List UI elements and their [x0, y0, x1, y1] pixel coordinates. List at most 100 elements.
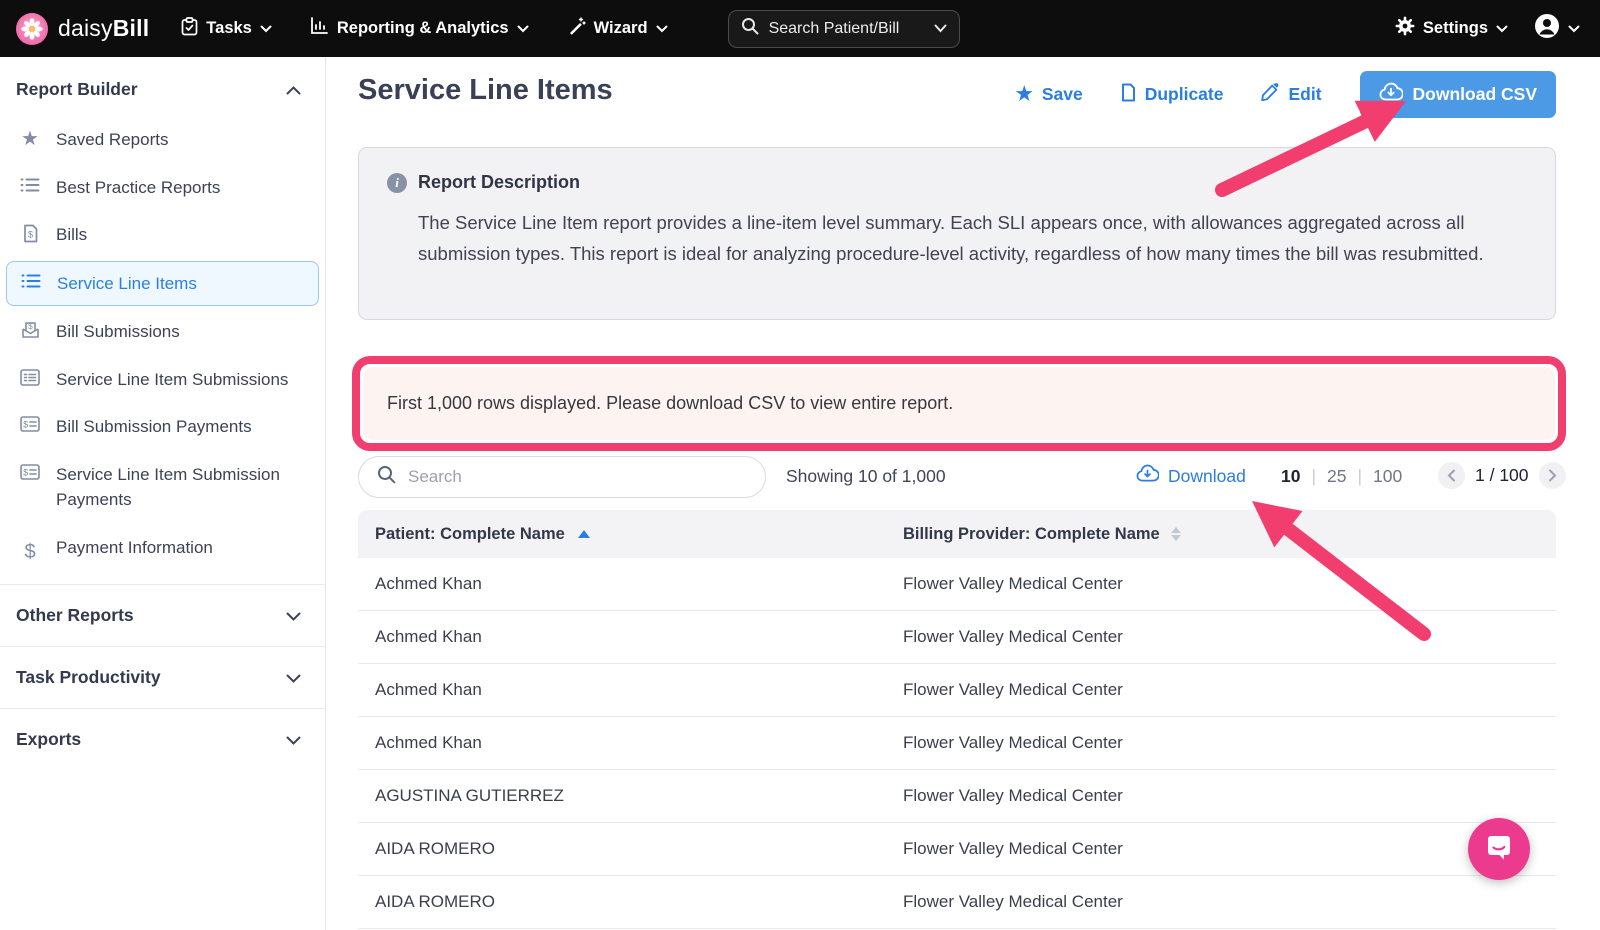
- edit-label: Edit: [1288, 84, 1321, 105]
- top-navbar: daisyBill Tasks Reportin: [0, 0, 1600, 57]
- billing-provider-name: Flower Valley Medical Center: [903, 839, 1123, 859]
- separator: |: [1311, 466, 1316, 487]
- header-actions: ★ Save Duplicate Edit: [1016, 71, 1556, 118]
- download-csv-label: Download CSV: [1413, 84, 1537, 105]
- nav-tasks[interactable]: Tasks: [181, 17, 272, 41]
- cloud-download-icon: [1136, 464, 1159, 488]
- info-icon: i: [387, 173, 407, 193]
- save-button[interactable]: ★ Save: [1016, 83, 1083, 106]
- sidebar-section-exports[interactable]: Exports: [0, 708, 325, 770]
- sort-icon: [1171, 527, 1181, 541]
- table-row[interactable]: Achmed Khan Flower Valley Medical Center: [358, 664, 1556, 717]
- sidebar-item-sli-submission-payments[interactable]: $ Service Line Item Submission Payments: [0, 451, 325, 524]
- duplicate-button[interactable]: Duplicate: [1121, 83, 1224, 107]
- patient-name: AGUSTINA GUTIERREZ: [375, 786, 564, 806]
- billing-provider-name: Flower Valley Medical Center: [903, 680, 1123, 700]
- chevron-down-icon: [934, 20, 947, 38]
- sidebar-item-bill-submissions[interactable]: $ Bill Submissions: [0, 308, 325, 356]
- payment-card-icon: $: [18, 416, 42, 432]
- nav-settings-label: Settings: [1423, 19, 1488, 38]
- sidebar-item-bills[interactable]: $ Bills: [0, 211, 325, 259]
- billing-provider-name: Flower Valley Medical Center: [903, 733, 1123, 753]
- list-icon: [18, 177, 42, 193]
- column-header-billing-provider[interactable]: Billing Provider: Complete Name: [903, 525, 1556, 544]
- sidebar-item-label: Service Line Item Submissions: [56, 367, 288, 393]
- patient-name: Achmed Khan: [375, 627, 482, 647]
- table-header-row: Patient: Complete Name Billing Provider:…: [358, 510, 1556, 558]
- star-icon: ★: [18, 129, 42, 149]
- next-page-button[interactable]: [1539, 462, 1566, 489]
- envelope-dollar-icon: $: [18, 321, 42, 339]
- nav-reporting-analytics[interactable]: Reporting & Analytics: [310, 17, 529, 40]
- nav-wizard-label: Wizard: [594, 19, 648, 38]
- patient-name: Achmed Khan: [375, 574, 482, 594]
- page-size-25[interactable]: 25: [1327, 466, 1346, 487]
- nav-tasks-label: Tasks: [206, 19, 252, 38]
- edit-button[interactable]: Edit: [1261, 83, 1321, 106]
- list-icon: [19, 273, 43, 289]
- table-row[interactable]: Achmed Khan Flower Valley Medical Center: [358, 717, 1556, 770]
- sidebar-item-service-line-items[interactable]: Service Line Items: [6, 261, 319, 307]
- table-row[interactable]: AIDA ROMERO Flower Valley Medical Center: [358, 876, 1556, 929]
- task-productivity-label: Task Productivity: [16, 667, 161, 688]
- prev-page-button[interactable]: [1438, 462, 1465, 489]
- table-row[interactable]: AIDA ROMERO Flower Valley Medical Center: [358, 823, 1556, 876]
- patient-bill-search[interactable]: Search Patient/Bill: [728, 10, 960, 48]
- nav-wizard[interactable]: Wizard: [567, 17, 668, 41]
- sidebar-item-payment-information[interactable]: $ Payment Information: [0, 524, 325, 578]
- sidebar-section-report-builder[interactable]: Report Builder: [0, 57, 325, 116]
- page-indicator: 1 / 100: [1475, 465, 1529, 486]
- sidebar-item-saved-reports[interactable]: ★ Saved Reports: [0, 116, 325, 164]
- page-size-100[interactable]: 100: [1373, 466, 1402, 487]
- chart-icon: [310, 17, 329, 40]
- other-reports-label: Other Reports: [16, 605, 134, 626]
- dollar-icon: $: [18, 537, 42, 567]
- chevron-up-icon: [286, 79, 301, 100]
- download-link[interactable]: Download: [1136, 464, 1246, 488]
- nav-settings[interactable]: Settings: [1395, 16, 1508, 41]
- billing-provider-name: Flower Valley Medical Center: [903, 892, 1123, 912]
- report-description-box: i Report Description The Service Line It…: [358, 147, 1556, 320]
- download-csv-button[interactable]: Download CSV: [1360, 71, 1556, 118]
- chat-widget-button[interactable]: [1468, 818, 1530, 880]
- sidebar-item-label: Payment Information: [56, 535, 213, 561]
- brand-logo[interactable]: daisyBill: [16, 13, 149, 45]
- sidebar-item-label: Bill Submission Payments: [56, 414, 252, 440]
- sidebar-item-bill-submission-payments[interactable]: $ Bill Submission Payments: [0, 403, 325, 451]
- sidebar-item-label: Bills: [56, 222, 87, 248]
- sidebar-item-label: Saved Reports: [56, 127, 168, 153]
- duplicate-label: Duplicate: [1145, 84, 1224, 105]
- page-title: Service Line Items: [358, 74, 613, 107]
- table-row[interactable]: Achmed Khan Flower Valley Medical Center: [358, 611, 1556, 664]
- report-description-body: The Service Line Item report provides a …: [418, 208, 1527, 270]
- sidebar-section-task-productivity[interactable]: Task Productivity: [0, 646, 325, 708]
- download-link-label: Download: [1168, 466, 1246, 487]
- chevron-down-icon: [260, 19, 272, 38]
- star-icon: ★: [1016, 83, 1033, 106]
- table-row[interactable]: AGUSTINA GUTIERREZ Flower Valley Medical…: [358, 770, 1556, 823]
- save-label: Save: [1042, 84, 1083, 105]
- bill-document-icon: $: [18, 224, 42, 243]
- sidebar-section-other-reports[interactable]: Other Reports: [0, 584, 325, 646]
- search-input[interactable]: [408, 467, 747, 487]
- sort-ascending-icon: [578, 530, 590, 538]
- sidebar: Report Builder ★ Saved Reports Best Prac…: [0, 57, 326, 930]
- showing-count: Showing 10 of 1,000: [786, 466, 946, 487]
- sidebar-item-best-practice-reports[interactable]: Best Practice Reports: [0, 164, 325, 212]
- chat-bubble-icon: [1483, 831, 1515, 868]
- table-search: [358, 456, 766, 498]
- rows-limit-notice-text: First 1,000 rows displayed. Please downl…: [387, 393, 953, 413]
- sidebar-item-service-line-item-submissions[interactable]: Service Line Item Submissions: [0, 356, 325, 404]
- column-header-patient[interactable]: Patient: Complete Name: [358, 525, 903, 544]
- svg-text:$: $: [23, 467, 28, 477]
- nav-reporting-label: Reporting & Analytics: [337, 19, 509, 38]
- sidebar-item-label: Service Line Items: [57, 271, 197, 297]
- table-row[interactable]: Achmed Khan Flower Valley Medical Center: [358, 558, 1556, 611]
- page-size-10[interactable]: 10: [1281, 466, 1300, 487]
- account-menu[interactable]: [1534, 13, 1580, 44]
- cloud-download-icon: [1379, 82, 1403, 107]
- patient-name: Achmed Khan: [375, 680, 482, 700]
- exports-label: Exports: [16, 729, 81, 750]
- user-avatar-icon: [1534, 13, 1560, 44]
- page-size-selector: 10 | 25 | 100: [1281, 466, 1402, 487]
